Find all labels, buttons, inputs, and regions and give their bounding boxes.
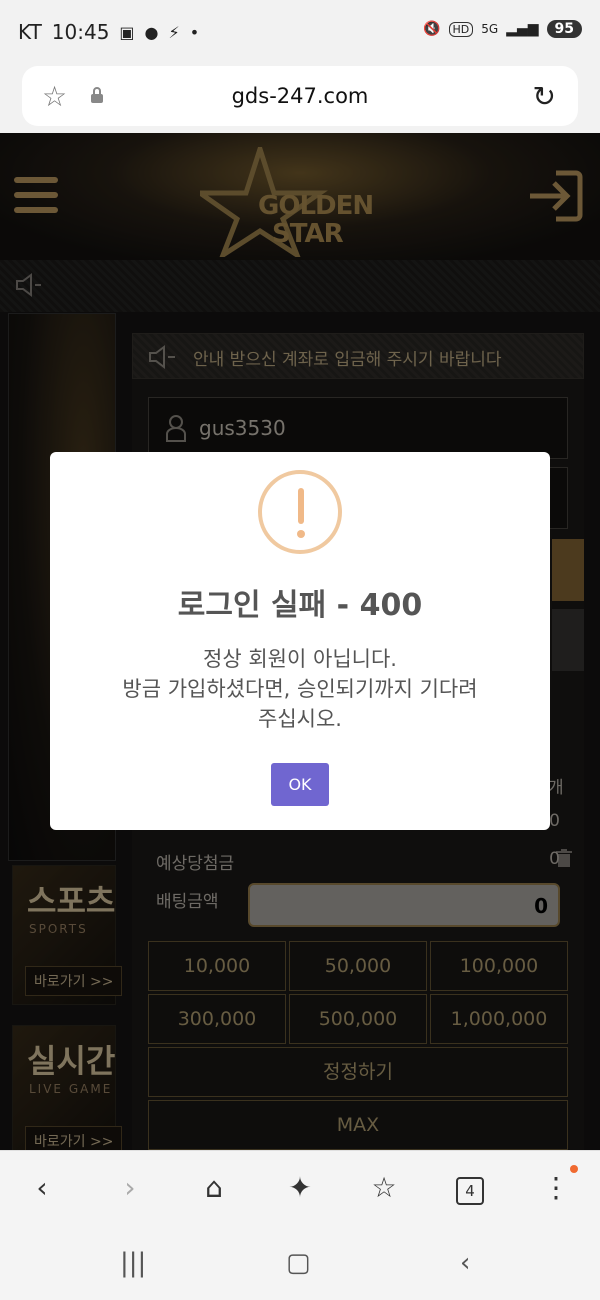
carrier: KT: [18, 20, 42, 44]
warning-icon: [258, 470, 342, 554]
address-bar[interactable]: ☆ gds-247.com ↻: [22, 66, 578, 126]
dialog-message: 정상 회원이 아닙니다. 방금 가입하셨다면, 승인되기까지 기다려 주십시오.: [70, 644, 530, 734]
bookmarks-icon[interactable]: ☆: [364, 1171, 404, 1207]
ok-button[interactable]: OK: [271, 763, 329, 806]
bolt-icon: ⚡: [168, 22, 180, 42]
dialog-message-line: 주십시오.: [258, 707, 342, 731]
network-badge: 5G: [481, 22, 499, 36]
dialog-title: 로그인 실패 - 400: [177, 588, 423, 623]
back-icon[interactable]: ‹: [22, 1171, 62, 1207]
recent-apps-icon[interactable]: |||: [120, 1248, 146, 1278]
clock: 10:45: [51, 20, 110, 44]
error-dialog: 로그인 실패 - 400 정상 회원이 아닙니다. 방금 가입하셨다면, 승인되…: [50, 452, 550, 830]
system-back-icon[interactable]: ‹: [460, 1248, 470, 1278]
hd-badge: HD: [448, 21, 474, 37]
dot-icon: •: [189, 22, 200, 42]
home-button-icon[interactable]: ▢: [286, 1248, 311, 1278]
signal-icon: ▂▄▆: [506, 21, 539, 37]
browser-toolbar: ‹ › ⌂ ✦ ☆ 4 ⋮: [0, 1150, 600, 1226]
sparkle-icon[interactable]: ✦: [280, 1171, 320, 1207]
dialog-message-line: 방금 가입하셨다면, 승인되기까지 기다려: [122, 677, 478, 701]
dialog-message-line: 정상 회원이 아닙니다.: [203, 647, 397, 671]
reload-icon[interactable]: ↻: [533, 80, 556, 113]
home-icon[interactable]: ⌂: [194, 1171, 234, 1207]
forward-icon[interactable]: ›: [110, 1171, 150, 1207]
tabs-button[interactable]: 4: [456, 1177, 484, 1205]
battery-badge: 95: [546, 20, 582, 38]
status-bar: KT 10:45 ▣ ● ⚡ • 🔇 HD 5G ▂▄▆ 95: [0, 0, 600, 66]
talk-icon: ●: [144, 22, 159, 42]
url-text[interactable]: gds-247.com: [22, 84, 578, 108]
screenshot-icon: ▣: [119, 22, 135, 42]
system-nav-bar: ||| ▢ ‹: [0, 1226, 600, 1300]
more-menu-icon[interactable]: ⋮: [536, 1171, 576, 1207]
notification-dot: [570, 1165, 578, 1173]
mute-icon: 🔇: [423, 21, 441, 37]
